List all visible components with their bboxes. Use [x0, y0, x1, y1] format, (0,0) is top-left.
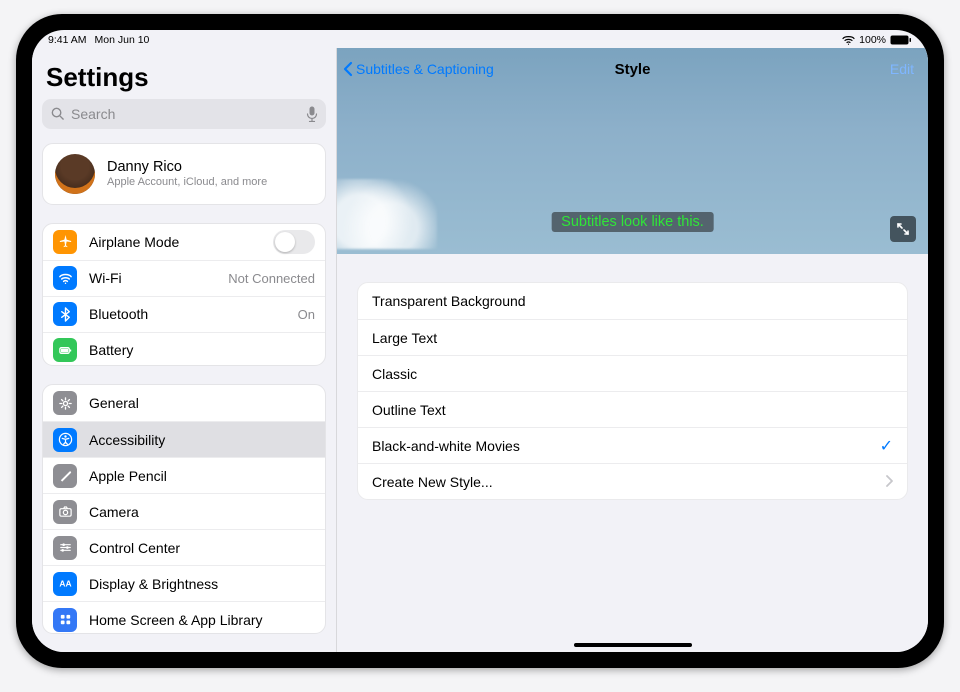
- back-button[interactable]: Subtitles & Captioning: [343, 61, 494, 77]
- back-label: Subtitles & Captioning: [356, 61, 494, 77]
- sidebar-item-display[interactable]: AA Display & Brightness: [43, 565, 325, 601]
- connectivity-group: Airplane Mode Wi-Fi Not Connected: [42, 223, 326, 367]
- avatar: [55, 154, 95, 194]
- sliders-icon: [53, 536, 77, 560]
- sidebar-item-accessibility[interactable]: Accessibility: [43, 421, 325, 457]
- sidebar-item-label: Display & Brightness: [89, 576, 315, 592]
- expand-button[interactable]: [890, 216, 916, 242]
- status-bar: 9:41 AM Mon Jun 10 100%: [32, 30, 928, 48]
- subtitle-sample: Subtitles look like this.: [551, 212, 714, 232]
- style-label: Transparent Background: [372, 293, 526, 309]
- style-option-bw[interactable]: Black-and-white Movies ✓: [358, 427, 907, 463]
- camera-icon: [53, 500, 77, 524]
- bluetooth-icon: [53, 302, 77, 326]
- sidebar-item-label: Battery: [89, 342, 315, 358]
- chevron-right-icon: [885, 474, 893, 490]
- sidebar-item-label: Airplane Mode: [89, 234, 273, 250]
- sidebar-item-general[interactable]: General: [43, 385, 325, 421]
- apps-grid-icon: [53, 608, 77, 632]
- bluetooth-status: On: [298, 307, 315, 322]
- cloud-decoration: [337, 179, 437, 249]
- status-date: Mon Jun 10: [95, 34, 150, 46]
- home-indicator[interactable]: [574, 643, 692, 647]
- sidebar-item-label: Accessibility: [89, 432, 315, 448]
- brightness-icon: AA: [53, 572, 77, 596]
- styles-list: Transparent Background Large Text Classi…: [357, 282, 908, 500]
- wifi-icon: [842, 35, 855, 45]
- style-option-outline[interactable]: Outline Text: [358, 391, 907, 427]
- sidebar-item-label: Wi-Fi: [89, 270, 220, 286]
- detail-pane: Subtitles & Captioning Style Edit Subtit…: [337, 48, 928, 652]
- style-label: Create New Style...: [372, 474, 493, 490]
- svg-text:AA: AA: [59, 578, 71, 588]
- nav-bar: Subtitles & Captioning Style Edit: [337, 48, 928, 84]
- search-icon: [50, 106, 65, 121]
- sidebar-item-control-center[interactable]: Control Center: [43, 529, 325, 565]
- pencil-icon: [53, 464, 77, 488]
- style-option-large[interactable]: Large Text: [358, 319, 907, 355]
- wifi-icon: [53, 266, 77, 290]
- airplane-icon: [53, 230, 77, 254]
- detail-title: Style: [615, 61, 651, 78]
- search-input[interactable]: Search: [42, 99, 326, 129]
- sidebar-item-camera[interactable]: Camera: [43, 493, 325, 529]
- profile-subtitle: Apple Account, iCloud, and more: [107, 176, 267, 188]
- sidebar-item-label: Apple Pencil: [89, 468, 315, 484]
- style-label: Classic: [372, 366, 417, 382]
- page-title: Settings: [40, 60, 328, 99]
- sidebar-item-wifi[interactable]: Wi-Fi Not Connected: [43, 260, 325, 296]
- style-label: Outline Text: [372, 402, 446, 418]
- battery-percent: 100%: [859, 34, 886, 46]
- style-option-classic[interactable]: Classic: [358, 355, 907, 391]
- checkmark-icon: ✓: [880, 436, 893, 456]
- search-placeholder: Search: [71, 106, 115, 122]
- sidebar-item-label: Camera: [89, 504, 315, 520]
- sidebar-item-home-screen[interactable]: Home Screen & App Library: [43, 601, 325, 634]
- general-group: General Accessibility Apple Pencil: [42, 384, 326, 634]
- airplane-toggle[interactable]: [273, 230, 315, 254]
- style-option-transparent[interactable]: Transparent Background: [358, 283, 907, 319]
- sidebar-item-airplane[interactable]: Airplane Mode: [43, 224, 325, 260]
- battery-icon: [890, 35, 912, 45]
- sidebar-item-battery[interactable]: Battery: [43, 332, 325, 367]
- sidebar-item-label: Bluetooth: [89, 306, 290, 322]
- sidebar-item-label: General: [89, 395, 315, 411]
- sidebar-item-label: Home Screen & App Library: [89, 612, 315, 628]
- sidebar-item-bluetooth[interactable]: Bluetooth On: [43, 296, 325, 332]
- sidebar-item-apple-pencil[interactable]: Apple Pencil: [43, 457, 325, 493]
- settings-sidebar: Settings Search Danny Rico: [32, 48, 337, 652]
- battery-icon: [53, 338, 77, 362]
- profile-name: Danny Rico: [107, 159, 267, 175]
- mic-icon[interactable]: [306, 106, 318, 122]
- subtitle-preview: Subtitles & Captioning Style Edit Subtit…: [337, 48, 928, 254]
- gear-icon: [53, 391, 77, 415]
- create-new-style[interactable]: Create New Style...: [358, 463, 907, 499]
- edit-button[interactable]: Edit: [890, 61, 914, 77]
- style-label: Black-and-white Movies: [372, 438, 520, 454]
- profile-card[interactable]: Danny Rico Apple Account, iCloud, and mo…: [42, 143, 326, 205]
- sidebar-item-label: Control Center: [89, 540, 315, 556]
- status-time: 9:41 AM: [48, 34, 87, 46]
- accessibility-icon: [53, 428, 77, 452]
- wifi-status: Not Connected: [228, 271, 315, 286]
- style-label: Large Text: [372, 330, 437, 346]
